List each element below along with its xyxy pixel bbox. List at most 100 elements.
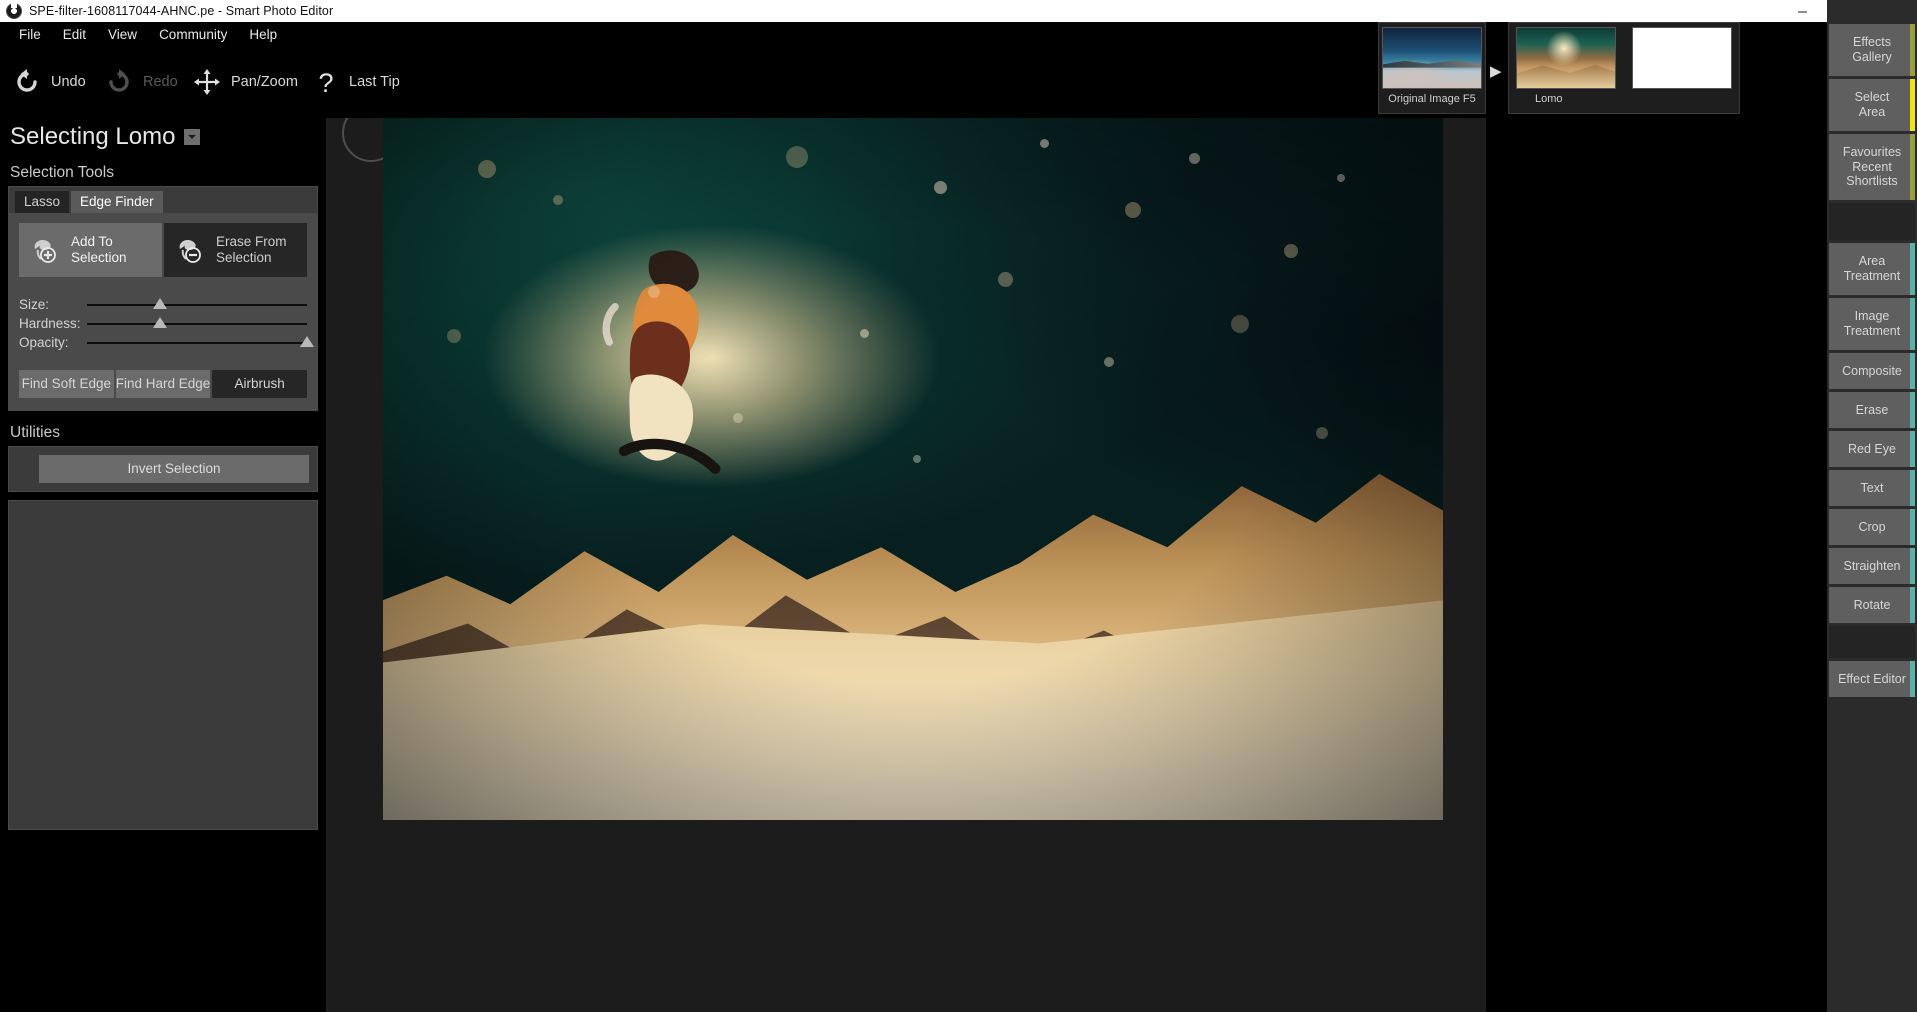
- thumbnail-blank[interactable]: [1632, 27, 1732, 89]
- sidebar-item-crop[interactable]: Crop: [1829, 509, 1915, 545]
- accent-strip-straighten: [1910, 548, 1915, 584]
- sidebar-item-select-area[interactable]: Select Area: [1829, 79, 1915, 131]
- hardness-slider-thumb: [152, 317, 167, 328]
- accent-strip-area-treatment: [1910, 243, 1915, 295]
- panel-title: Selecting Lomo: [0, 118, 326, 151]
- find-soft-edge-button[interactable]: Find Soft Edge: [19, 370, 114, 398]
- last-tip-button[interactable]: ? Last Tip: [312, 60, 400, 104]
- image-canvas[interactable]: [326, 118, 1486, 1012]
- erase-from-selection-label: Erase From Selection: [216, 234, 287, 265]
- filmstrip-arrow-icon: ▶: [1490, 63, 1502, 80]
- thumbnail-lomo[interactable]: [1516, 27, 1616, 89]
- accent-strip-crop: [1910, 509, 1915, 545]
- accent-strip-erase: [1910, 392, 1915, 428]
- edge-button-row: Find Soft Edge Find Hard Edge Airbrush: [19, 370, 308, 398]
- menu-community[interactable]: Community: [148, 24, 238, 45]
- redo-arrow-icon: [109, 69, 129, 92]
- sidebar-item-erase[interactable]: Erase: [1829, 392, 1915, 428]
- application-window: SPE-filter-1608117044-AHNC.pe - Smart Ph…: [0, 0, 1917, 1012]
- airbrush-button[interactable]: Airbrush: [212, 370, 308, 398]
- add-to-selection-label: Add To Selection: [71, 234, 127, 265]
- app-logo-icon: [6, 2, 22, 19]
- hardness-slider-row: Hardness:: [19, 314, 307, 333]
- lasso-minus-icon: [179, 239, 201, 263]
- page-title: Selecting Lomo: [10, 123, 176, 150]
- sidebar-item-rotate[interactable]: Rotate: [1829, 587, 1915, 623]
- size-slider-row: Size:: [19, 295, 307, 314]
- sidebar-label-favourites: Favourites Recent Shortlists: [1842, 144, 1902, 189]
- opacity-slider-row: Opacity:: [19, 333, 314, 352]
- sidebar-spacer-2: [1829, 626, 1915, 658]
- filmstrip-item-lomo[interactable]: Lomo: [1508, 22, 1740, 114]
- title-bar: SPE-filter-1608117044-AHNC.pe - Smart Ph…: [0, 0, 1917, 22]
- menu-view[interactable]: View: [97, 24, 148, 45]
- sidebar-spacer-1: [1829, 203, 1915, 240]
- invert-selection-button[interactable]: Invert Selection: [39, 455, 309, 483]
- sidebar-item-red-eye[interactable]: Red Eye: [1829, 431, 1915, 467]
- sidebar-item-image-treatment[interactable]: Image Treatment: [1829, 298, 1915, 350]
- accent-strip-effects-gallery: [1910, 24, 1915, 76]
- lasso-plus-icon: [34, 239, 56, 263]
- size-slider-label: Size:: [19, 297, 50, 312]
- undo-arrow-icon: [17, 69, 37, 92]
- sidebar-item-text[interactable]: Text: [1829, 470, 1915, 506]
- filmstrip-caption-lomo: Lomo: [1535, 93, 1563, 105]
- chevron-down-icon[interactable]: [184, 129, 201, 145]
- last-tip-label: Last Tip: [349, 74, 400, 90]
- selection-tools-box: Lasso Edge Finder Add To Selection Erase…: [8, 186, 318, 411]
- pan-zoom-button[interactable]: Pan/Zoom: [192, 60, 298, 104]
- accent-strip-rotate: [1910, 587, 1915, 623]
- sidebar-label-effects-gallery: Effects Gallery: [1852, 35, 1892, 64]
- question-mark-icon: ?: [318, 68, 333, 97]
- edited-photo[interactable]: [383, 118, 1443, 820]
- selection-mode-row: Add To Selection Erase From Selection: [19, 223, 307, 277]
- panel-empty-area: [8, 500, 318, 830]
- right-sidebar: Effects Gallery Select Area Favourites Rece…: [1827, 0, 1917, 1012]
- sidebar-item-effects-gallery[interactable]: Effects Gallery: [1829, 24, 1915, 76]
- brush-sliders: Size: Hardness: Opacity:: [19, 295, 314, 352]
- sidebar-label-image-treatment: Image Treatment: [1843, 309, 1901, 338]
- utilities-heading: Utilities: [10, 424, 60, 441]
- accent-strip-select-area: [1910, 79, 1915, 131]
- filmstrip-item-original[interactable]: Original Image F5: [1378, 22, 1486, 114]
- tab-edge-finder[interactable]: Edge Finder: [71, 191, 163, 213]
- edge-finder-panel: Add To Selection Erase From Selection Si…: [9, 213, 317, 410]
- undo-button[interactable]: Undo: [12, 60, 86, 104]
- selection-tools-heading: Selection Tools: [10, 164, 114, 181]
- find-hard-edge-button[interactable]: Find Hard Edge: [115, 370, 211, 398]
- opacity-slider-label: Opacity:: [19, 335, 69, 350]
- redo-button[interactable]: Redo: [104, 60, 178, 104]
- minimize-button[interactable]: [1779, 0, 1825, 22]
- opacity-slider[interactable]: [87, 333, 314, 352]
- filmstrip-caption-original: Original Image F5: [1388, 93, 1476, 105]
- window-title: SPE-filter-1608117044-AHNC.pe - Smart Ph…: [29, 4, 334, 18]
- sidebar-item-composite[interactable]: Composite: [1829, 353, 1915, 389]
- hardness-slider[interactable]: [87, 314, 307, 333]
- left-panel: Selecting Lomo Selection Tools Lasso Edg…: [0, 118, 326, 1012]
- thumbnail-original[interactable]: [1382, 27, 1482, 89]
- accent-strip-composite: [1910, 353, 1915, 389]
- sidebar-item-effect-editor[interactable]: Effect Editor: [1829, 661, 1915, 697]
- utilities-box: Invert Selection: [8, 446, 318, 492]
- sidebar-item-favourites[interactable]: Favourites Recent Shortlists: [1829, 134, 1915, 200]
- hardness-slider-label: Hardness:: [19, 316, 81, 331]
- menu-help[interactable]: Help: [238, 24, 288, 45]
- erase-from-selection-button[interactable]: Erase From Selection: [164, 223, 307, 277]
- accent-strip-image-treatment: [1910, 298, 1915, 350]
- sidebar-item-straighten[interactable]: Straighten: [1829, 548, 1915, 584]
- svg-text:?: ?: [318, 68, 333, 97]
- sidebar-label-select-area: Select Area: [1854, 90, 1890, 119]
- sidebar-label-area-treatment: Area Treatment: [1843, 254, 1901, 283]
- size-slider[interactable]: [87, 295, 307, 314]
- pan-zoom-cross-icon: [194, 69, 220, 95]
- menu-edit[interactable]: Edit: [52, 24, 97, 45]
- tab-lasso[interactable]: Lasso: [15, 191, 70, 213]
- add-to-selection-button[interactable]: Add To Selection: [19, 223, 162, 277]
- size-slider-thumb: [152, 298, 167, 309]
- accent-strip-effect-editor: [1910, 661, 1915, 697]
- undo-label: Undo: [51, 74, 86, 90]
- accent-strip-red-eye: [1910, 431, 1915, 467]
- sidebar-item-area-treatment[interactable]: Area Treatment: [1829, 243, 1915, 295]
- menu-file[interactable]: File: [8, 24, 52, 45]
- snowboarder-figure: [602, 250, 721, 475]
